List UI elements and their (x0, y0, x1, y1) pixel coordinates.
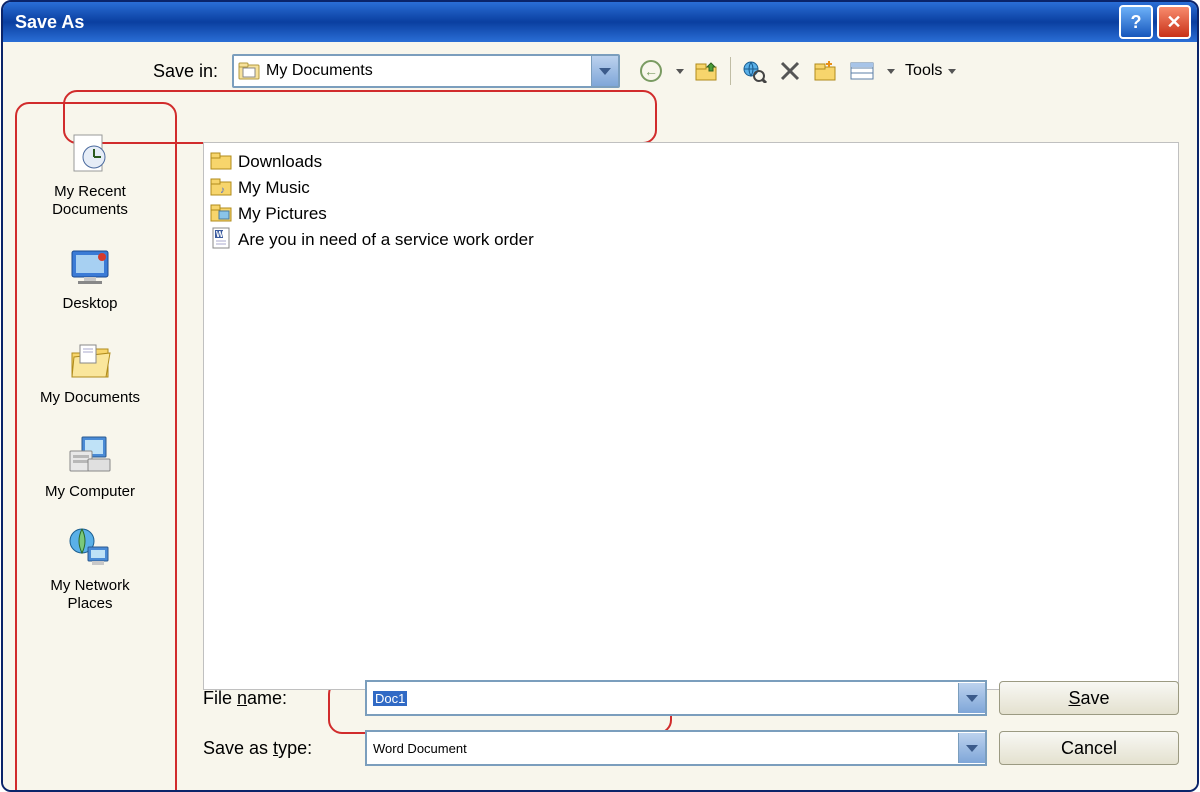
bottom-fields: File name: Doc1 Save Save as type: Word … (203, 678, 1179, 768)
filename-value: Doc1 (373, 691, 407, 706)
sidebar-item-label: Desktop (62, 295, 117, 313)
cancel-button[interactable]: Cancel (999, 731, 1179, 765)
filename-label: File name: (203, 688, 353, 709)
sidebar-item-recent-documents[interactable]: My Recent Documents (26, 127, 154, 223)
my-computer-icon (66, 431, 114, 479)
file-item-folder[interactable]: My Pictures (210, 201, 1172, 227)
folder-pictures-icon (210, 202, 232, 227)
close-button[interactable]: ✕ (1157, 5, 1191, 39)
save-button[interactable]: Save (999, 681, 1179, 715)
places-bar: My Recent Documents Desktop My Documents… (25, 127, 155, 617)
file-item-label: Are you in need of a service work order (238, 230, 534, 250)
help-button[interactable]: ? (1119, 5, 1153, 39)
folder-icon (210, 150, 232, 175)
sidebar-item-desktop[interactable]: Desktop (26, 239, 154, 317)
file-item-label: My Pictures (238, 204, 327, 224)
sidebar-item-my-computer[interactable]: My Computer (26, 427, 154, 505)
sidebar-item-label: My Computer (45, 483, 135, 501)
up-one-level-button[interactable] (694, 58, 720, 84)
toolbar-icons: ← Tools (638, 57, 956, 85)
file-item-label: My Music (238, 178, 310, 198)
views-dropdown-icon[interactable] (887, 69, 895, 74)
sidebar-item-my-documents[interactable]: My Documents (26, 333, 154, 411)
file-item-folder[interactable]: ♪ My Music (210, 175, 1172, 201)
titlebar-buttons: ? ✕ (1119, 5, 1191, 39)
folder-icon (238, 60, 260, 83)
sidebar-item-label: My Recent Documents (30, 183, 150, 219)
network-places-icon (66, 525, 114, 573)
svg-text:W: W (216, 230, 224, 239)
save-in-dropdown[interactable]: My Documents (232, 54, 620, 88)
dropdown-arrow-icon[interactable] (958, 683, 985, 713)
word-doc-icon: W (210, 227, 232, 254)
my-documents-icon (66, 337, 114, 385)
file-item-document[interactable]: W Are you in need of a service work orde… (210, 227, 1172, 253)
file-list[interactable]: Downloads ♪ My Music My Pictures W Are y… (203, 142, 1179, 690)
save-as-dialog: Save As ? ✕ Select where you want to sav… (1, 0, 1199, 792)
save-in-toolbar: Save in: My Documents ← (153, 50, 1187, 98)
saveastype-value: Word Document (373, 741, 467, 756)
file-item-label: Downloads (238, 152, 322, 172)
back-button[interactable]: ← (638, 58, 664, 84)
recent-documents-icon (66, 131, 114, 179)
folder-music-icon: ♪ (210, 176, 232, 201)
file-item-folder[interactable]: Downloads (210, 149, 1172, 175)
dialog-body: Select where you want to save your docum… (3, 42, 1197, 790)
desktop-icon (66, 243, 114, 291)
separator (730, 57, 731, 85)
search-web-button[interactable] (741, 58, 767, 84)
sidebar-item-label: My Documents (40, 389, 140, 407)
sidebar-item-label: My Network Places (30, 577, 150, 613)
dropdown-arrow-icon[interactable] (958, 733, 985, 763)
svg-text:♪: ♪ (220, 185, 225, 196)
save-in-label: Save in: (153, 61, 224, 82)
save-in-value: My Documents (266, 62, 585, 80)
views-button[interactable] (849, 58, 875, 84)
new-folder-button[interactable] (813, 58, 839, 84)
sidebar-item-my-network-places[interactable]: My Network Places (26, 521, 154, 617)
titlebar: Save As ? ✕ (3, 2, 1197, 42)
saveastype-label: Save as type: (203, 738, 353, 759)
window-title: Save As (15, 12, 84, 33)
dropdown-arrow-icon[interactable] (591, 56, 618, 86)
saveastype-dropdown[interactable]: Word Document (365, 730, 987, 766)
back-dropdown-icon[interactable] (676, 69, 684, 74)
tools-menu[interactable]: Tools (905, 62, 956, 80)
delete-button[interactable] (777, 58, 803, 84)
filename-input[interactable]: Doc1 (365, 680, 987, 716)
